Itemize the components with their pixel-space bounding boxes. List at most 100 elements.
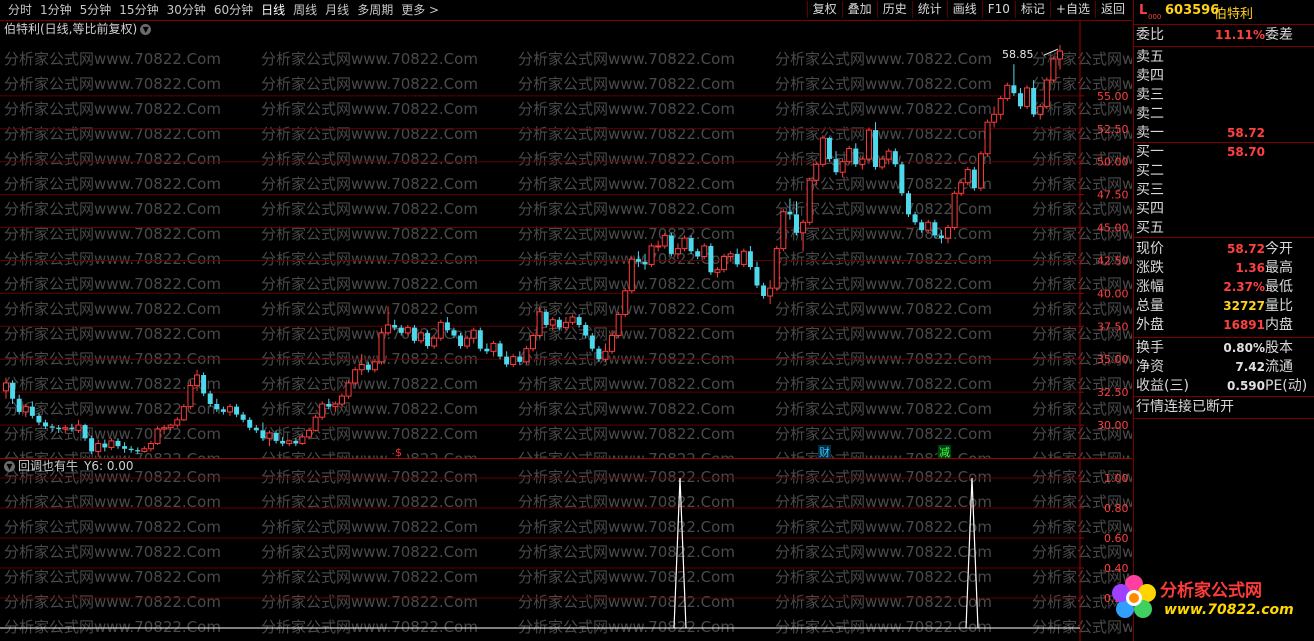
candle-body [352,369,359,384]
watermark-text: 分析家公式网www.70822.Com [775,325,992,343]
candle-body [319,403,326,418]
candle-body [517,356,523,362]
watermark-text: 分析家公式网www.70822.Com [261,400,478,418]
watermark-text: 分析家公式网www.70822.Com [518,125,735,143]
tab-period-10[interactable]: 更多 > [397,2,443,18]
candle-body [332,403,339,408]
watermark-text: 分析家公式网www.70822.Com [4,75,221,93]
candle-body [925,221,932,231]
tab-period-3[interactable]: 15分钟 [115,2,162,18]
stat-row-0: 现价 58.72 今开 [1134,240,1314,258]
buy-row-3[interactable]: 买三 [1134,181,1314,199]
tool-button-6[interactable]: 标记 [1014,1,1050,18]
tab-period-2[interactable]: 5分钟 [76,2,116,18]
candle-body [701,245,708,258]
tool-button-1[interactable]: 叠加 [841,1,877,18]
candle-body [609,335,616,352]
stat-value: 2.37% [1223,280,1265,294]
tool-button-4[interactable]: 画线 [946,1,982,18]
order-label: 卖四 [1136,68,1164,84]
candle-body [490,342,497,352]
buy-row-5[interactable]: 买五 [1134,219,1314,237]
buy-row-4[interactable]: 买四 [1134,200,1314,218]
tab-period-6[interactable]: 日线 [257,2,289,18]
candle-body [497,343,503,357]
stat-value: 0.80% [1223,341,1265,355]
stock-header: L 000 603596 伯特利 [1134,0,1314,25]
tool-button-5[interactable]: F10 [981,1,1015,18]
candle-body [833,159,839,173]
weicha-label: 委差 [1265,27,1293,43]
candlestick-chart[interactable]: 分析家公式网www.70822.Com 分析家公式网www.70822.Com 分析… [0,20,1132,458]
stat-label: 涨幅 [1136,279,1164,295]
weibi-value: 11.11% [1215,28,1265,42]
chevron-down-icon[interactable]: ▼ [4,461,15,472]
candle-body [43,422,49,427]
stock-code[interactable]: 603596 [1165,3,1219,18]
candle-body [569,316,576,323]
watermark-text: 分析家公式网www.70822.Com [261,468,478,486]
candle-body [167,424,174,429]
indicator-y-label: 0.60 [1104,532,1129,545]
stat-value: 32727 [1223,299,1265,313]
stat-value: 1.36 [1235,261,1265,275]
buy-row-1[interactable]: 买一 58.70 [1134,143,1314,161]
candle-body [932,222,938,236]
divider [1134,142,1314,143]
tab-period-9[interactable]: 多周期 [353,2,397,18]
stat-row-7: 收益(三) 0.590 PE(动) [1134,377,1314,395]
sell-row-1[interactable]: 卖五 [1134,48,1314,66]
candle-body [36,415,42,423]
tab-period-4[interactable]: 30分钟 [163,2,210,18]
stock-name[interactable]: 伯特利 [1214,3,1253,22]
main-chart-area[interactable]: 分析家公式网www.70822.Com 分析家公式网www.70822.Com 分析… [0,20,1132,458]
period-tabs: 分时 1分钟 5分钟 15分钟 30分钟 60分钟 日线 周线 月线 多周期 更多 > [4,2,443,18]
tab-period-0[interactable]: 分时 [4,2,36,18]
watermark-text: 分析家公式网www.70822.Com [4,150,221,168]
tab-period-7[interactable]: 周线 [289,2,321,18]
y-axis-label: 30.00 [1097,419,1129,432]
stat-label-2: 内盘 [1265,317,1293,333]
candle-body [464,337,471,347]
candle-body [10,382,16,399]
tab-period-5[interactable]: 60分钟 [210,2,257,18]
candle-body [997,97,1004,115]
buy-row-2[interactable]: 买二 [1134,162,1314,180]
candle-body [411,327,417,341]
candle-body [1017,93,1023,107]
tool-button-2[interactable]: 历史 [876,1,912,18]
candle-body [602,350,609,360]
candle-body [326,404,332,407]
watermark-text: 分析家公式网www.70822.Com [775,300,992,318]
candle-body [859,158,866,165]
candle-body [767,287,774,297]
candle-body [504,356,510,365]
sell-row-3[interactable]: 卖三 [1134,86,1314,104]
candle-body [89,438,95,452]
watermark-text: 分析家公式网www.70822.Com [4,275,221,293]
candle-body [681,237,688,250]
tab-period-1[interactable]: 1分钟 [36,2,76,18]
tool-button-3[interactable]: 统计 [911,1,947,18]
tool-button-0[interactable]: 复权 [806,1,842,18]
candle-body [655,245,662,248]
tab-period-8[interactable]: 月线 [321,2,353,18]
divider [1134,418,1314,419]
tool-button-8[interactable]: 返回 [1094,1,1130,18]
tool-button-7[interactable]: +自选 [1049,1,1095,18]
stat-row-4: 外盘 16891 内盘 [1134,316,1314,334]
sell-row-4[interactable]: 卖二 [1134,105,1314,123]
watermark-text: 分析家公式网www.70822.Com [4,200,221,218]
indicator-chart[interactable]: 分析家公式网www.70822.Com 分析家公式网www.70822.Com 分析… [0,458,1132,641]
watermark-text: 分析家公式网www.70822.Com [775,125,992,143]
watermark-text: 分析家公式网www.70822.Com [518,375,735,393]
stat-row-5: 换手 0.80% 股本 [1134,339,1314,357]
chevron-down-icon[interactable]: ▼ [140,24,152,35]
watermark-text: 分析家公式网www.70822.Com [775,593,992,611]
stat-row-2: 涨幅 2.37% 最低 [1134,278,1314,296]
candle-body [674,248,681,255]
watermark-text: 分析家公式网www.70822.Com [518,593,735,611]
sell-row-2[interactable]: 卖四 [1134,67,1314,85]
candle-body [773,248,780,289]
sell-row-5[interactable]: 卖一 58.72 [1134,124,1314,142]
